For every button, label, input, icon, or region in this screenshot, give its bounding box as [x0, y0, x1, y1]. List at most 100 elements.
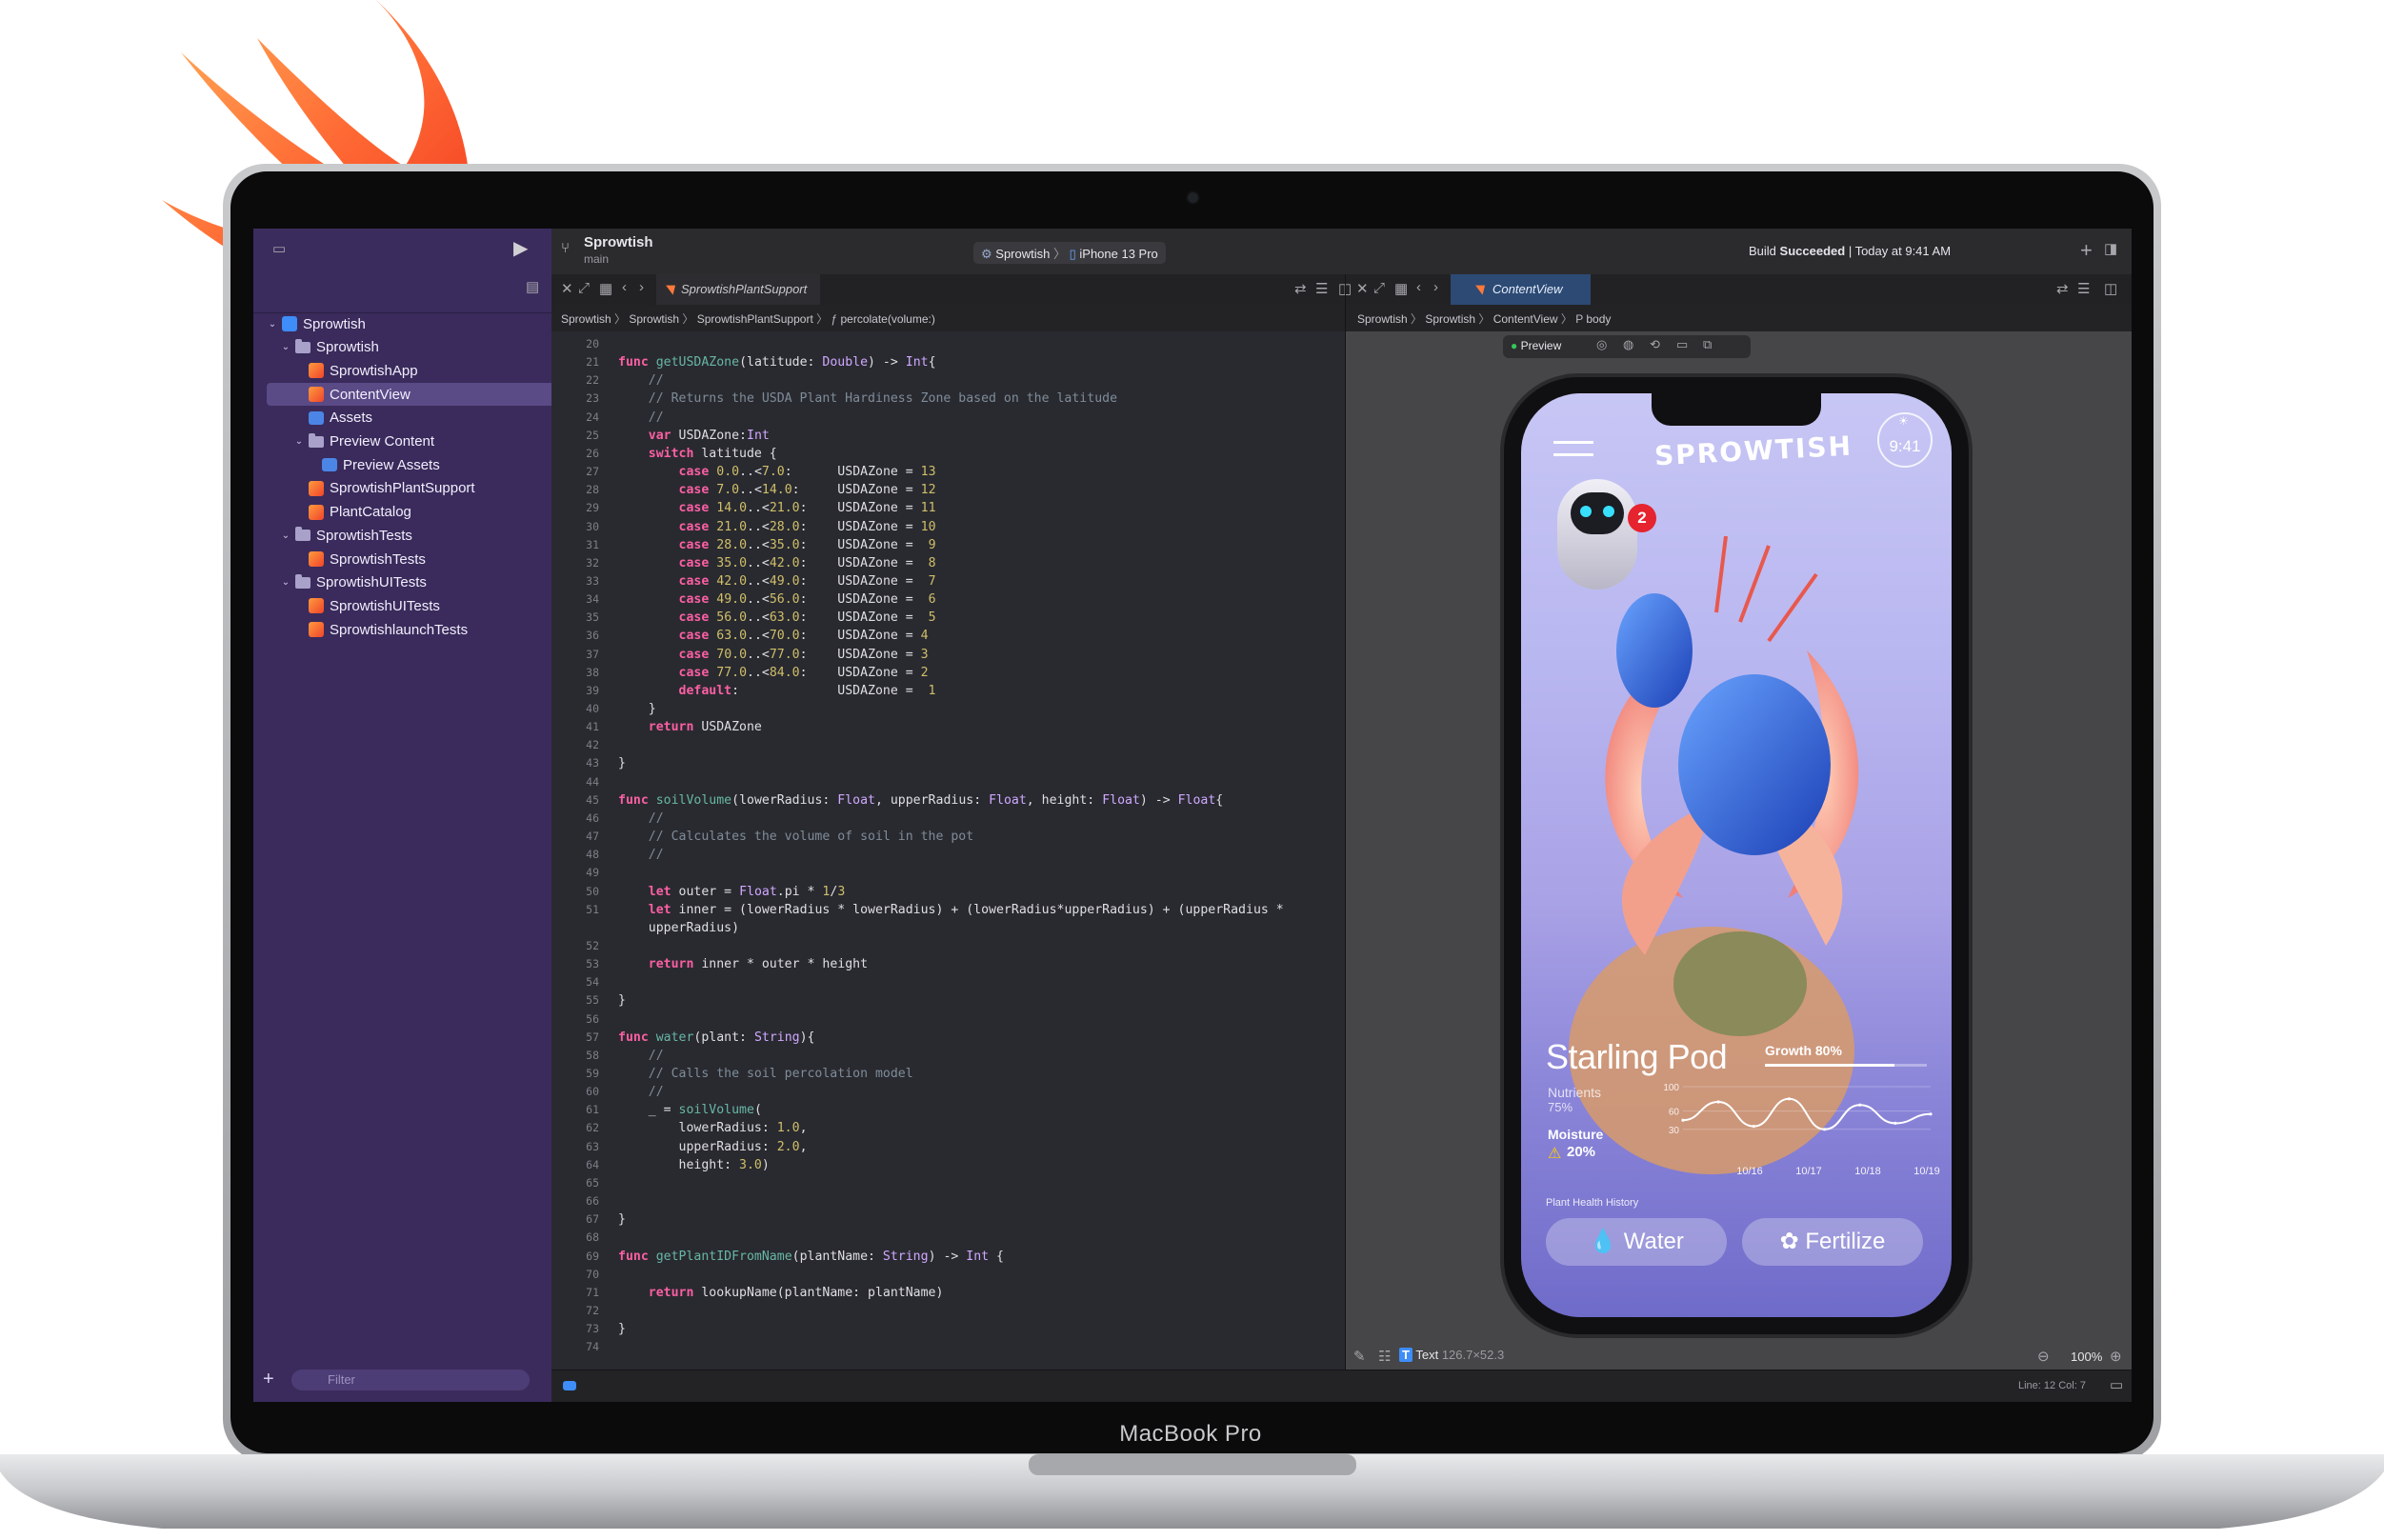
navigator-item[interactable]: SprowtishlaunchTests: [253, 618, 468, 641]
code-line[interactable]: 44: [551, 775, 1342, 793]
navigator-item[interactable]: SprowtishUITests: [253, 594, 440, 617]
sidebar-toggle-icon[interactable]: ▭: [272, 240, 286, 257]
debug-area-icon[interactable]: ▭: [2110, 1376, 2123, 1393]
expand-editor-icon[interactable]: ⤢: [578, 280, 590, 296]
chevron-down-icon[interactable]: ⌄: [280, 577, 291, 588]
grid-right-icon[interactable]: ▦: [1394, 280, 1408, 297]
code-line[interactable]: 27 case 0.0..<7.0: USDAZone = 13: [551, 465, 1342, 483]
code-line[interactable]: 53 return inner * outer * height: [551, 957, 1342, 975]
breadcrumb-item[interactable]: Sprowtish: [629, 312, 679, 326]
code-line[interactable]: 34 case 49.0..<56.0: USDAZone = 6: [551, 592, 1342, 610]
code-line[interactable]: 24 //: [551, 410, 1342, 429]
grid-icon[interactable]: ▦: [599, 280, 612, 297]
editor-divider[interactable]: [1345, 274, 1346, 1402]
refresh-right-icon[interactable]: ⇄: [2056, 280, 2069, 297]
device-settings-icon[interactable]: ▭: [1676, 337, 1688, 352]
code-line[interactable]: 50 let outer = Float.pi * 1/3: [551, 885, 1342, 903]
code-line[interactable]: 22 //: [551, 373, 1342, 391]
code-line[interactable]: 39 default: USDAZone = 1: [551, 684, 1342, 702]
split-editor-right-icon[interactable]: ◫: [2104, 280, 2117, 297]
navigator-item[interactable]: SprowtishPlantSupport: [253, 477, 475, 500]
navigator-item[interactable]: ContentView: [267, 383, 564, 407]
debug-toggle-icon[interactable]: [563, 1381, 576, 1390]
code-line[interactable]: 63 upperRadius: 2.0,: [551, 1140, 1342, 1158]
breadcrumb-item[interactable]: Sprowtish: [1425, 312, 1475, 326]
code-line[interactable]: 49: [551, 866, 1342, 884]
code-line[interactable]: 57 func water(plant: String){: [551, 1030, 1342, 1049]
forward-arrow-icon[interactable]: ›: [639, 279, 644, 295]
code-line[interactable]: 48 //: [551, 848, 1342, 866]
code-line[interactable]: 25 var USDAZone:Int: [551, 429, 1342, 447]
navigator-item[interactable]: ⌄ Preview Content: [253, 430, 434, 453]
code-line[interactable]: 43}: [551, 756, 1342, 774]
add-library-button[interactable]: +: [2080, 238, 2093, 263]
code-line[interactable]: 33 case 42.0..<49.0: USDAZone = 7: [551, 574, 1342, 592]
navigator-item[interactable]: PlantCatalog: [253, 501, 411, 524]
code-line[interactable]: 55}: [551, 993, 1342, 1011]
navigator-item[interactable]: ⌄ Sprowtish: [253, 312, 366, 335]
code-line[interactable]: 29 case 14.0..<21.0: USDAZone = 11: [551, 501, 1342, 519]
chevron-down-icon[interactable]: ⌄: [267, 319, 278, 330]
scheme-selector[interactable]: ⚙ Sprowtish 〉 ▯ iPhone 13 Pro: [973, 242, 1166, 264]
breadcrumb-item[interactable]: ContentView: [1493, 312, 1558, 326]
rotate-icon[interactable]: ⟲: [1650, 337, 1660, 352]
code-line[interactable]: 59 // Calls the soil percolation model: [551, 1067, 1342, 1085]
code-line[interactable]: 66: [551, 1194, 1342, 1212]
selectable-mode-icon[interactable]: ◎: [1596, 337, 1607, 352]
code-line[interactable]: 65: [551, 1176, 1342, 1194]
source-editor[interactable]: 20 21 func getUSDAZone(latitude: Double) -…: [551, 331, 1346, 1370]
variants-icon[interactable]: ◍: [1623, 337, 1633, 352]
navigator-item[interactable]: Preview Assets: [253, 453, 440, 476]
code-line[interactable]: 74: [551, 1340, 1342, 1358]
code-line[interactable]: 37 case 70.0..<77.0: USDAZone = 3: [551, 648, 1342, 666]
code-line[interactable]: 32 case 35.0..<42.0: USDAZone = 8: [551, 556, 1342, 574]
code-line[interactable]: 60 //: [551, 1085, 1342, 1103]
add-file-button[interactable]: +: [263, 1369, 274, 1390]
code-line[interactable]: 20: [551, 337, 1342, 355]
code-line[interactable]: 45 func soilVolume(lowerRadius: Float, up…: [551, 793, 1342, 811]
code-line[interactable]: 26 switch latitude {: [551, 447, 1342, 465]
code-line[interactable]: 62 lowerRadius: 1.0,: [551, 1121, 1342, 1139]
navigator-item[interactable]: SprowtishTests: [253, 548, 426, 570]
code-line[interactable]: 36 case 63.0..<70.0: USDAZone = 4: [551, 629, 1342, 647]
code-line[interactable]: 72: [551, 1304, 1342, 1322]
fertilize-button[interactable]: ✿ Fertilize: [1742, 1218, 1923, 1266]
code-line[interactable]: 40 }: [551, 702, 1342, 720]
chevron-down-icon[interactable]: ⌄: [280, 342, 291, 352]
code-line[interactable]: 52: [551, 939, 1342, 957]
attributes-icon[interactable]: ☷: [1378, 1348, 1391, 1365]
code-line[interactable]: 61 _ = soilVolume(: [551, 1103, 1342, 1121]
code-line[interactable]: 73}: [551, 1322, 1342, 1340]
back-arrow-right-icon[interactable]: ‹: [1416, 279, 1421, 295]
code-line[interactable]: 58 //: [551, 1049, 1342, 1067]
forward-arrow-right-icon[interactable]: ›: [1433, 279, 1438, 295]
code-line[interactable]: 68: [551, 1230, 1342, 1249]
code-line[interactable]: 30 case 21.0..<28.0: USDAZone = 10: [551, 520, 1342, 538]
code-line[interactable]: 46 //: [551, 811, 1342, 830]
editor-options-icon[interactable]: ☰: [1315, 280, 1328, 297]
code-line[interactable]: 21 func getUSDAZone(latitude: Double) -> …: [551, 355, 1342, 373]
navigator-item[interactable]: SprowtishApp: [253, 359, 418, 382]
run-button[interactable]: ▶: [513, 236, 528, 260]
code-line[interactable]: 64 height: 3.0): [551, 1158, 1342, 1176]
code-line[interactable]: 41 return USDAZone: [551, 720, 1342, 738]
chevron-down-icon[interactable]: ⌄: [280, 530, 291, 541]
navigator-item[interactable]: ⌄ Sprowtish: [253, 336, 379, 359]
pin-icon[interactable]: ✎: [1353, 1348, 1366, 1365]
zoom-in-icon[interactable]: ⊕: [2110, 1348, 2122, 1365]
code-line[interactable]: 28 case 7.0..<14.0: USDAZone = 12: [551, 483, 1342, 501]
expand-editor-right-icon[interactable]: ⤢: [1373, 280, 1385, 296]
code-line[interactable]: 35 case 56.0..<63.0: USDAZone = 5: [551, 610, 1342, 629]
navigator-folder-icon[interactable]: ▤: [526, 278, 539, 295]
close-editor-right-icon[interactable]: ✕: [1356, 280, 1369, 297]
code-line[interactable]: upperRadius): [551, 921, 1342, 939]
breadcrumb-item[interactable]: percolate(volume:): [840, 312, 934, 326]
avatar[interactable]: [1557, 479, 1637, 590]
code-line[interactable]: 38 case 77.0..<84.0: USDAZone = 2: [551, 666, 1342, 684]
menu-icon[interactable]: [1553, 441, 1593, 456]
editor-options-right-icon[interactable]: ☰: [2077, 280, 2090, 297]
inspector-toggle-icon[interactable]: ◨: [2104, 240, 2117, 257]
code-line[interactable]: 67}: [551, 1212, 1342, 1230]
code-line[interactable]: 54: [551, 975, 1342, 993]
chevron-down-icon[interactable]: ⌄: [293, 436, 305, 447]
